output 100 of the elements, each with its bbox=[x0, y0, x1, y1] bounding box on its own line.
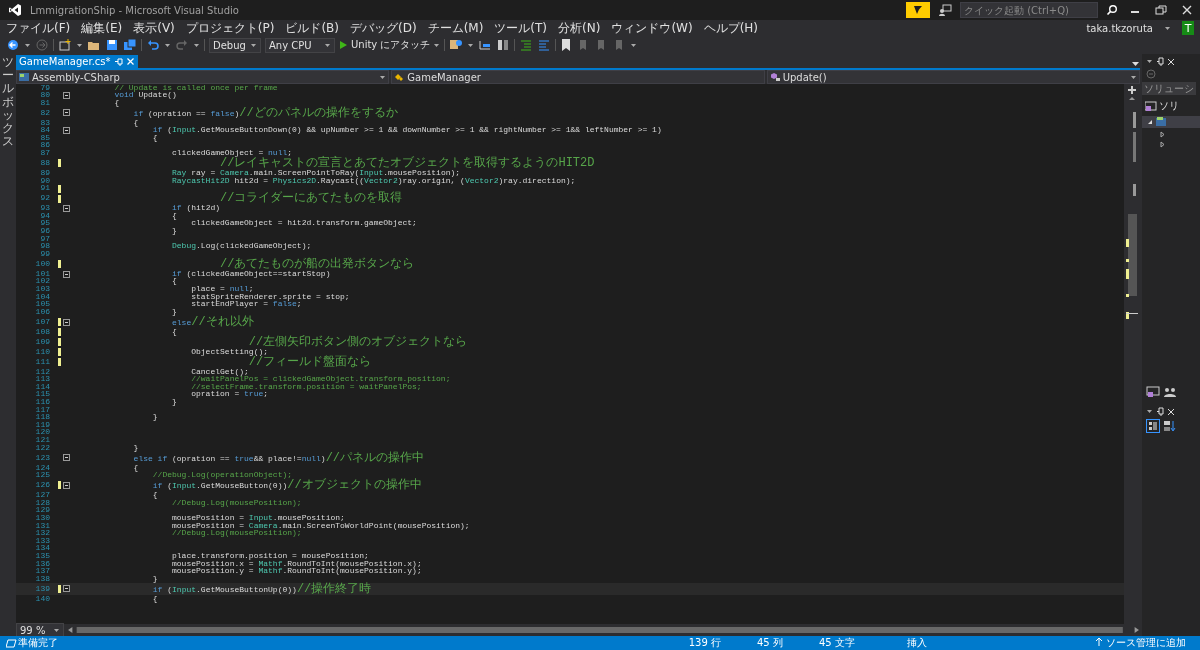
caret-icon[interactable] bbox=[164, 41, 171, 49]
save-icon[interactable] bbox=[105, 38, 119, 52]
line-number: 100 bbox=[34, 259, 50, 269]
menu-item[interactable]: ファイル(F) bbox=[6, 19, 71, 37]
line-number: 104 bbox=[34, 292, 50, 301]
collapse-icon[interactable] bbox=[63, 454, 70, 462]
menu-item[interactable]: チーム(M) bbox=[427, 19, 484, 37]
collapse-icon[interactable] bbox=[63, 481, 70, 489]
collapse-icon[interactable] bbox=[63, 318, 70, 326]
line-number: 93 bbox=[39, 204, 50, 213]
search-icon[interactable] bbox=[1106, 4, 1118, 16]
line-number: 127 bbox=[34, 491, 50, 500]
line-number: 118 bbox=[34, 413, 50, 422]
comment-icon[interactable] bbox=[478, 38, 493, 52]
caret-icon bbox=[250, 41, 257, 49]
menu-item[interactable]: ウィンドウ(W) bbox=[611, 19, 693, 37]
caret-icon[interactable] bbox=[1164, 24, 1171, 32]
horizontal-scrollbar[interactable] bbox=[67, 626, 1140, 634]
menu-item[interactable]: 編集(E) bbox=[81, 19, 123, 37]
collapse-icon[interactable] bbox=[63, 91, 70, 99]
line-number: 139 bbox=[34, 584, 50, 594]
code-line: //Debug.Log(mousePosition); bbox=[171, 498, 302, 508]
line-number: 91 bbox=[39, 184, 50, 193]
menu-item[interactable]: プロジェクト(P) bbox=[185, 19, 275, 37]
type-dropdown[interactable]: GameManager bbox=[391, 70, 765, 84]
collapse-icon[interactable] bbox=[63, 205, 70, 212]
line-number: 112 bbox=[34, 367, 50, 376]
code-line: //waitPanelPos = clickedGameObject.transform.position; bbox=[190, 375, 451, 384]
line-number: 129 bbox=[34, 506, 50, 515]
tree-item[interactable]: ソリ bbox=[1159, 99, 1179, 113]
line-number: 106 bbox=[34, 307, 50, 317]
line-number: 102 bbox=[34, 277, 50, 286]
people-icon[interactable] bbox=[938, 3, 952, 17]
caret-icon[interactable] bbox=[630, 41, 638, 49]
tree-item[interactable] bbox=[1142, 116, 1200, 128]
toolbox-tab[interactable]: ツールボックス bbox=[2, 56, 14, 636]
caret-icon[interactable] bbox=[76, 41, 83, 49]
caret-icon[interactable] bbox=[24, 41, 31, 49]
attach-button[interactable]: Unity にアタッチ bbox=[339, 38, 441, 52]
close-icon[interactable] bbox=[1167, 407, 1175, 416]
undo-icon[interactable] bbox=[146, 38, 160, 52]
platform-dropdown[interactable]: Any CPU bbox=[265, 37, 335, 53]
menu-item[interactable]: ツール(T) bbox=[494, 19, 548, 37]
code-line: } bbox=[171, 398, 177, 407]
back-icon[interactable] bbox=[6, 38, 20, 52]
sort-icon[interactable] bbox=[1163, 419, 1177, 433]
line-number: 131 bbox=[34, 521, 50, 530]
solution-icon[interactable] bbox=[1146, 386, 1160, 398]
code-line: mousePosition.x = Mathf.RoundToInt(mousePosition.x); bbox=[171, 559, 422, 568]
line-number: 121 bbox=[34, 436, 50, 445]
save-all-icon[interactable] bbox=[123, 38, 137, 52]
menu-item[interactable]: ビルド(B) bbox=[285, 19, 339, 37]
line-number: 108 bbox=[34, 327, 50, 337]
user-name[interactable]: taka.tkzoruta bbox=[1086, 22, 1153, 34]
line-number: 110 bbox=[34, 347, 50, 357]
code-line: mousePosition = Camera.main.ScreenToWorldPoint(mousePosition); bbox=[171, 521, 470, 530]
caret-icon[interactable] bbox=[1146, 408, 1153, 415]
document-tab[interactable]: GameManager.cs* bbox=[16, 55, 138, 68]
line-number: 90 bbox=[39, 176, 50, 185]
source-control-button[interactable]: ソース管理に追加 bbox=[1094, 636, 1186, 650]
restore-icon[interactable] bbox=[1152, 3, 1170, 17]
find-icon[interactable] bbox=[449, 38, 464, 52]
close-icon[interactable] bbox=[1167, 57, 1175, 66]
collapse-icon[interactable] bbox=[63, 270, 70, 278]
configuration-dropdown[interactable]: Debug bbox=[209, 37, 261, 53]
columns-icon[interactable] bbox=[496, 38, 511, 52]
pin-icon[interactable] bbox=[1156, 407, 1164, 416]
collapse-icon[interactable] bbox=[63, 127, 70, 135]
caret-icon[interactable] bbox=[193, 41, 200, 49]
class-icon bbox=[394, 72, 405, 82]
bookmark-icon[interactable] bbox=[560, 38, 573, 52]
project-dropdown[interactable]: Assembly-CSharp bbox=[16, 70, 390, 84]
team-icon[interactable] bbox=[1163, 386, 1177, 398]
new-project-icon[interactable] bbox=[58, 38, 72, 52]
collapse-icon[interactable] bbox=[63, 109, 70, 117]
pin-icon[interactable] bbox=[1156, 57, 1164, 66]
cursor-line: 139 行 bbox=[688, 636, 721, 650]
line-number: 87 bbox=[39, 149, 50, 158]
code-line: { bbox=[132, 118, 139, 128]
code-line: // Update is called once per frame bbox=[114, 84, 278, 92]
avatar[interactable]: T bbox=[1182, 21, 1194, 35]
code-line: if (Input.GetMouseButtonDown(0) && upNumber >= 1 && downNumber >= 1 && rightNumber >= 1&& leftNumber >= 1) bbox=[151, 126, 662, 135]
menu-item[interactable]: ヘルプ(H) bbox=[703, 19, 758, 37]
code-line: { bbox=[113, 98, 120, 108]
categorized-icon[interactable] bbox=[1146, 419, 1160, 433]
code-line: else//それ以外 bbox=[171, 315, 254, 329]
member-dropdown[interactable]: Update() bbox=[766, 70, 1140, 84]
line-number: 92 bbox=[39, 194, 50, 203]
feedback-icon[interactable] bbox=[906, 2, 930, 18]
quick-launch-field[interactable]: クイック起動 (Ctrl+Q) bbox=[960, 2, 1098, 18]
line-number: 99 bbox=[39, 249, 50, 259]
line-number: 86 bbox=[39, 141, 50, 150]
menu-item[interactable]: デバッグ(D) bbox=[350, 19, 417, 37]
menu-item[interactable]: 表示(V) bbox=[133, 19, 175, 37]
collapse-icon[interactable] bbox=[63, 585, 70, 593]
code-line: if (Input.GetMouseButton(0))//オブジェクトの操作中 bbox=[151, 479, 422, 492]
code-line: { bbox=[132, 463, 139, 473]
caret-icon[interactable] bbox=[467, 41, 475, 49]
line-number: 114 bbox=[34, 382, 50, 391]
menu-item[interactable]: 分析(N) bbox=[558, 19, 601, 37]
